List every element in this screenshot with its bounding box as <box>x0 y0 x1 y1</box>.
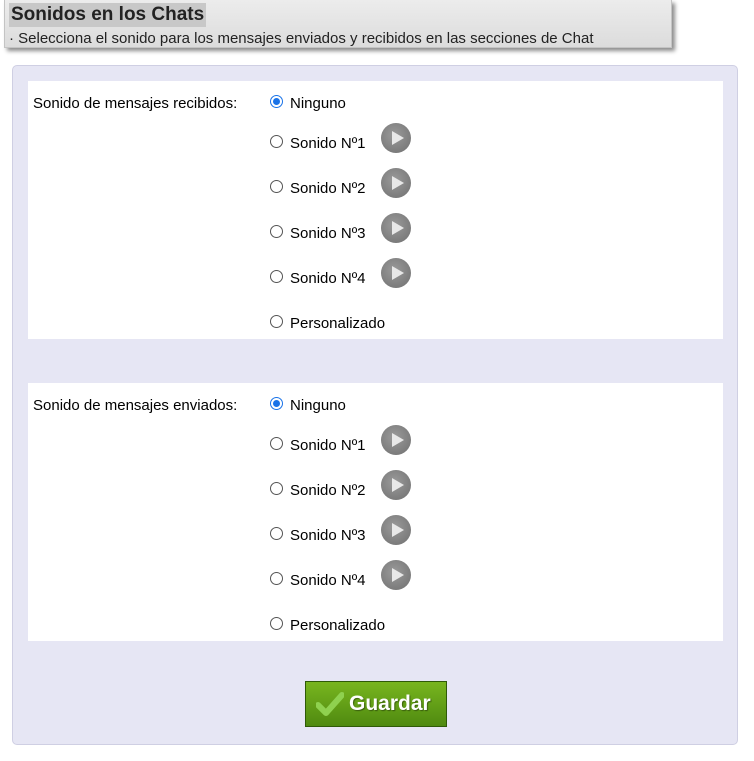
radio-button[interactable] <box>270 527 283 540</box>
radio-button[interactable] <box>270 270 283 283</box>
radio-button[interactable] <box>270 135 283 148</box>
radio-button[interactable] <box>270 572 283 585</box>
play-icon[interactable] <box>381 123 411 153</box>
save-button[interactable]: Guardar <box>305 681 447 727</box>
page-subtitle: · Selecciona el sonido para los mensajes… <box>9 30 594 47</box>
radio-button[interactable] <box>270 437 283 450</box>
option-label: Ninguno <box>290 397 346 414</box>
radio-button[interactable] <box>270 482 283 495</box>
option-label: Sonido Nº1 <box>290 437 366 454</box>
play-icon[interactable] <box>381 425 411 455</box>
page-title: Sonidos en los Chats <box>9 3 207 27</box>
option-label: Sonido Nº3 <box>290 225 366 242</box>
radio-button[interactable] <box>270 397 283 410</box>
save-button-label: Guardar <box>349 692 431 715</box>
sent-sound-label: Sonido de mensajes enviados: <box>33 397 238 414</box>
option-label: Sonido Nº2 <box>290 180 366 197</box>
option-label: Sonido Nº4 <box>290 270 366 287</box>
sent-sound-section: Sonido de mensajes enviados: Ninguno Son… <box>28 383 723 641</box>
radio-button[interactable] <box>270 95 283 108</box>
settings-panel: Sonido de mensajes recibidos: Ninguno So… <box>12 65 738 745</box>
check-icon <box>316 692 344 716</box>
option-label: Sonido Nº2 <box>290 482 366 499</box>
received-sound-section: Sonido de mensajes recibidos: Ninguno So… <box>28 81 723 339</box>
play-icon[interactable] <box>381 470 411 500</box>
page-header: Sonidos en los Chats · Selecciona el son… <box>4 0 672 48</box>
play-icon[interactable] <box>381 213 411 243</box>
play-icon[interactable] <box>381 515 411 545</box>
option-label: Sonido Nº1 <box>290 135 366 152</box>
radio-button[interactable] <box>270 180 283 193</box>
radio-button[interactable] <box>270 617 283 630</box>
option-label: Sonido Nº3 <box>290 527 366 544</box>
option-label: Sonido Nº4 <box>290 572 366 589</box>
option-label: Ninguno <box>290 95 346 112</box>
play-icon[interactable] <box>381 258 411 288</box>
play-icon[interactable] <box>381 168 411 198</box>
received-sound-label: Sonido de mensajes recibidos: <box>33 95 238 112</box>
option-label: Personalizado <box>290 315 386 332</box>
radio-button[interactable] <box>270 315 283 328</box>
option-label: Personalizado <box>290 617 386 634</box>
play-icon[interactable] <box>381 560 411 590</box>
radio-button[interactable] <box>270 225 283 238</box>
